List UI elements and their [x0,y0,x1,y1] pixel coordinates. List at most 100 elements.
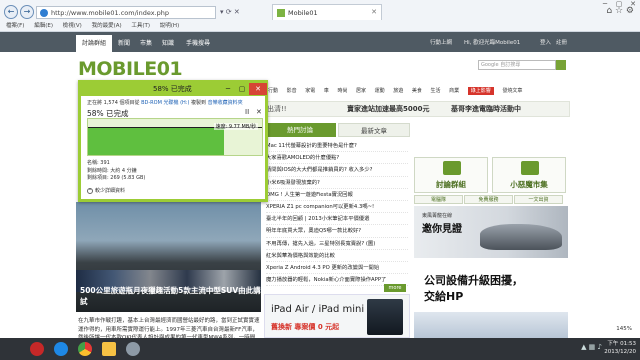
home-star-gear-icons[interactable]: ⌂ ☆ ⚙ [606,6,634,16]
zoom-level[interactable]: 145% [616,326,632,332]
feature-link[interactable]: 一文出資 [514,195,563,204]
cat-av[interactable]: 影音 [287,88,297,94]
ipad-ad[interactable]: iPad Air / iPad mini 舊換新 專案價 0 元起 [264,294,410,338]
nav-login[interactable]: 登入 [540,38,551,46]
pause-button[interactable]: II [245,108,249,116]
copy-details: 名稱: 391 剩餘時間: 大約 4 分鐘 剩餘項目: 269 (5.83 GB… [87,160,145,183]
site-search-input[interactable]: Google 自訂搜尋 [478,60,556,70]
promo-1[interactable]: 出清!! [267,102,287,117]
forward-button[interactable]: → [20,5,34,19]
list-item[interactable]: OMG ! 人生第一遊遊Fiesta實況回報 [266,189,408,201]
list-item[interactable]: XPERIA Z1 pc companion可以更新4.3嗎~! [266,201,408,214]
market-box[interactable]: 小惡魔市集 [492,157,566,193]
cat-food[interactable]: 美食 [412,88,422,94]
taskbar-chrome[interactable] [74,340,96,358]
taskbar-app-5[interactable] [122,340,144,358]
cat-hot[interactable]: 發燒文章 [502,88,522,94]
menu-file[interactable]: 檔案(F) [6,23,24,29]
tab-latest[interactable]: 最新文章 [338,123,410,137]
car-ad-main: 邀你見證 [422,224,462,235]
site-logo[interactable]: MOBILE01 [78,58,183,80]
cat-mobile[interactable]: 行動 [268,88,278,94]
forum-box[interactable]: 討論群組 [414,157,488,193]
list-item[interactable]: 明年年底買大眾，奧迪Q5哪一款比較好? [266,225,408,238]
nav-mobile[interactable]: 行動上網 [430,38,452,46]
menu-edit[interactable]: 編輯(E) [34,23,53,29]
browser-tools[interactable]: ⌂ ☆ ⚙ [606,6,634,16]
cat-appliance[interactable]: 家電 [305,88,315,94]
dialog-titlebar[interactable]: 58% 已完成 ─ ▢ ✕ [81,83,267,96]
app-icon [126,342,140,356]
list-item[interactable]: 紅米與華為價格與效能的比較 [266,250,408,262]
topic-list: Mac 11代螢幕設計的重要特色是什麼? 大家喜歡AMOLED的什麼優點? 請問… [266,140,408,287]
dialog-minimize-button[interactable]: ─ [221,83,235,95]
forum-box-label: 討論群組 [436,180,466,189]
car-ad[interactable]: 東風菁龍在線 邀你見證 [414,206,568,258]
fewer-details-toggle[interactable]: ^ 較少詳細資料 [87,187,125,194]
feature-boxes: 討論群組 小惡魔市集 [414,157,568,193]
list-item[interactable]: 小米6吸濕發現放棄的? [266,177,408,189]
address-bar[interactable]: http://www.mobile01.com/index.php [36,6,216,19]
taskbar-explorer[interactable] [98,340,120,358]
taskbar-app-1[interactable] [26,340,48,358]
stop-button[interactable]: ✕ [256,108,262,116]
nav-register[interactable]: 註冊 [556,38,567,46]
clock[interactable]: 下午 01:53 2013/12/20 [604,341,636,356]
detail-time-left: 剩餘時間: 大約 4 分鐘 [87,167,137,174]
browser-tab[interactable]: Mobile01 ✕ [272,4,382,20]
list-item[interactable]: Mac 11代螢幕設計的重要特色是什麼? [266,140,408,153]
cat-fashion[interactable]: 時尚 [337,88,347,94]
cat-home[interactable]: 居家 [356,88,366,94]
nav-phone-search[interactable]: 手機搜尋 [186,38,210,47]
dialog-title: 58% 已完成 [153,85,192,93]
promo-2[interactable]: 賣家進站加速最高5000元 [347,102,429,117]
menu-tools[interactable]: 工具(T) [131,23,150,29]
list-item[interactable]: Xperia Z Android 4.3 PO 更新的改變與一開始 [266,262,408,275]
tab-hot-topics[interactable]: 熱門討論 [264,123,336,137]
hp-ad[interactable]: 公司設備升級困擾， 交給HP [414,264,568,312]
more-button[interactable]: more [384,284,406,292]
list-item[interactable]: 不用再傳，搶先入過，三星特別長寬賣說? (圖) [266,238,408,250]
source-link[interactable]: BD-ROM 光碟機 (H:) [141,100,189,106]
car-image [480,224,562,250]
destination-link[interactable]: 音樂收藏資料夾 [208,100,243,106]
hero-image[interactable]: 500公里旅遊瓶月夜獵趣活動5款主流中型SUV由此講試 [76,202,261,312]
taskbar: ▲ ▦ ♪ 下午 01:53 2013/12/20 [0,338,640,360]
nav-news[interactable]: 新聞 [118,38,130,47]
cat-sport[interactable]: 運動 [375,88,385,94]
folder-icon [102,342,116,356]
menu-view[interactable]: 檢視(V) [63,23,82,29]
cat-green[interactable]: 綠上影響 [467,87,494,95]
address-tools[interactable]: ▾ ⟳ ✕ [220,8,240,16]
nav-greeting: Hi, 歡迎光臨Mobile01 [464,40,521,46]
list-item[interactable]: 請問與IOS的大大們都是推銷員的? 收入多少? [266,164,408,177]
dialog-maximize-button[interactable]: ▢ [235,83,249,95]
app-icon [30,342,44,356]
list-item[interactable]: 臺北半年的回顧 | 2013小米筆記本平價優選 [266,213,408,226]
cat-life[interactable]: 生活 [430,88,440,94]
menu-help[interactable]: 說明(H) [160,23,179,29]
laptop-ad[interactable] [414,312,568,338]
feature-link[interactable]: 電腦隊 [414,195,463,204]
search-button[interactable] [556,60,566,70]
system-tray[interactable]: ▲ ▦ ♪ [581,343,602,351]
chrome-icon [78,342,92,356]
hero-caption[interactable]: 500公里旅遊瓶月夜獵趣活動5款主流中型SUV由此講試 [80,285,261,307]
list-item[interactable]: 大家喜歡AMOLED的什麼優點? [266,152,408,165]
nav-knowledge[interactable]: 知識 [162,38,174,47]
cat-car[interactable]: 車 [324,88,329,94]
nav-market[interactable]: 市集 [140,38,152,47]
taskbar-ie[interactable] [50,340,72,358]
hp-ad-line2: 交給HP [424,290,464,303]
cat-travel[interactable]: 旅遊 [393,88,403,94]
dialog-close-button[interactable]: ✕ [249,83,267,95]
nav-forum[interactable]: 討論群組 [76,35,113,52]
forum-icon [443,161,461,175]
back-button[interactable]: ← [4,5,18,19]
tab-close-icon[interactable]: ✕ [371,8,377,16]
cat-business[interactable]: 商業 [449,88,459,94]
promo-3[interactable]: 基哥李進電臨時活動中 [451,102,521,117]
feature-link[interactable]: 免費服務 [464,195,513,204]
menu-favorites[interactable]: 我的最愛(A) [92,23,122,29]
progress-fill [88,126,224,155]
